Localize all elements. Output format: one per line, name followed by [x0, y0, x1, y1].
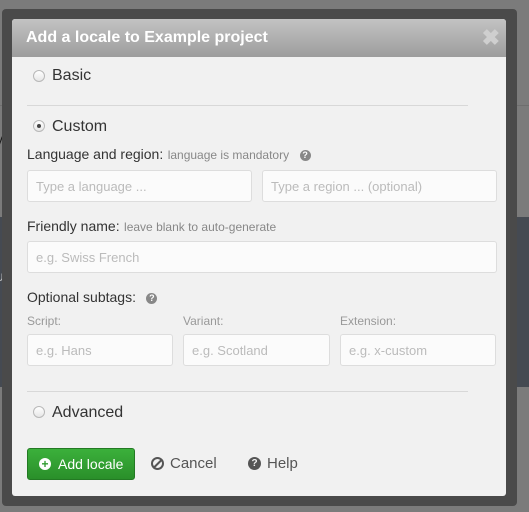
question-circle-icon: ?	[248, 457, 261, 470]
add-locale-dialog: Add a locale to Example project ✖ Basic …	[12, 19, 506, 496]
dialog-header: Add a locale to Example project ✖	[12, 19, 506, 57]
radio-basic[interactable]	[33, 70, 45, 82]
help-icon[interactable]: ?	[146, 293, 158, 304]
radio-custom-label[interactable]: Custom	[52, 118, 107, 136]
language-region-label: Language and region: language is mandato…	[27, 146, 311, 164]
friendly-name-input[interactable]	[27, 241, 497, 273]
script-label: Script:	[27, 314, 62, 328]
close-icon[interactable]: ✖	[482, 25, 500, 51]
dialog-title: Add a locale to Example project	[26, 29, 268, 46]
help-button[interactable]: ? Help	[248, 455, 298, 472]
radio-advanced[interactable]	[33, 406, 45, 418]
cancel-button[interactable]: Cancel	[151, 455, 217, 472]
extension-input[interactable]	[340, 334, 496, 366]
region-input[interactable]	[262, 170, 497, 202]
help-icon[interactable]: ?	[299, 150, 311, 161]
friendly-name-label: Friendly name: leave blank to auto-gener…	[27, 218, 277, 234]
add-locale-button[interactable]: + Add locale	[27, 448, 135, 480]
extension-label: Extension:	[340, 314, 397, 328]
optional-subtags-label: Optional subtags: ?	[27, 289, 158, 307]
radio-custom[interactable]	[33, 120, 45, 132]
ban-icon	[151, 457, 164, 470]
radio-advanced-label[interactable]: Advanced	[52, 404, 123, 422]
divider	[27, 391, 468, 392]
divider	[27, 105, 468, 106]
language-input[interactable]	[27, 170, 252, 202]
script-input[interactable]	[27, 334, 173, 366]
radio-basic-label[interactable]: Basic	[52, 67, 91, 85]
plus-circle-icon: +	[39, 458, 51, 470]
variant-input[interactable]	[183, 334, 330, 366]
variant-label: Variant:	[183, 314, 224, 328]
